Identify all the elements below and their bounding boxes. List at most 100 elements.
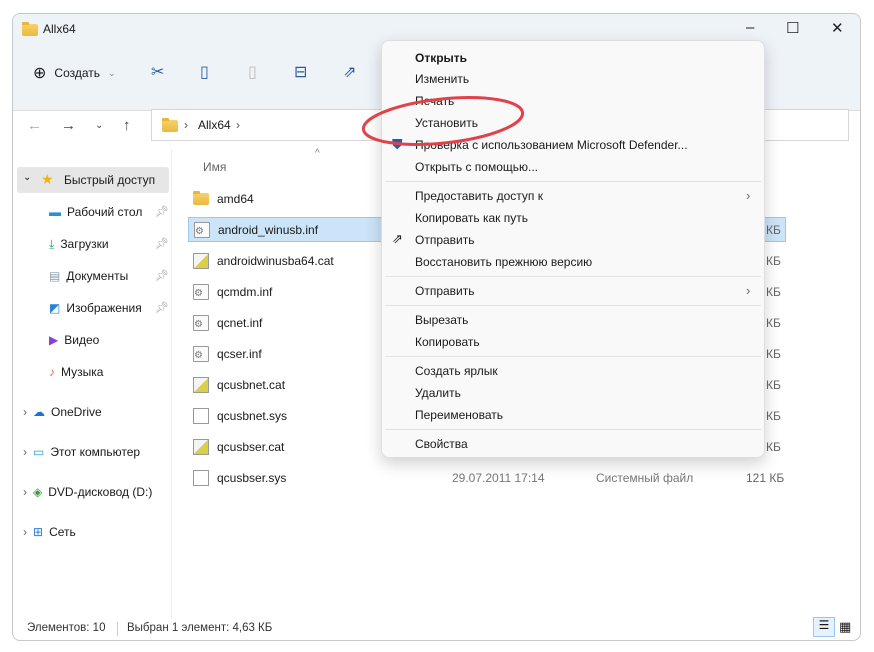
breadcrumb-chevron[interactable]: › (236, 118, 240, 132)
details-view-button[interactable]: ☰ (813, 617, 835, 637)
menu-separator (385, 276, 761, 277)
back-button[interactable]: ← (27, 117, 42, 134)
sidebar-label: DVD-дисковод (D:) (48, 485, 153, 499)
sidebar-item-this-pc[interactable]: › ▭ Этот компьютер (23, 441, 140, 463)
menu-item-send-to[interactable]: Отправить (415, 284, 475, 298)
file-size: КБ (766, 254, 781, 268)
window-title: Allx64 (43, 22, 76, 36)
cut-icon[interactable]: ✂ (151, 62, 164, 82)
menu-item-share[interactable]: Отправить (415, 233, 475, 247)
create-button[interactable]: ⊕ Создать ⌄ (33, 63, 116, 83)
sidebar-item-downloads[interactable]: ⤓ Загрузки (49, 233, 109, 255)
catalog-file-icon (193, 376, 209, 393)
minimize-button[interactable]: – (746, 19, 754, 36)
copy-icon[interactable]: ▯ (200, 62, 209, 82)
network-icon: ⊞ (33, 525, 44, 539)
close-button[interactable]: ✕ (831, 19, 844, 37)
download-icon: ⤓ (49, 236, 55, 251)
file-name: qcser.inf (217, 346, 262, 361)
chevron-right-icon: › (23, 405, 27, 419)
star-icon: ★ (41, 171, 54, 187)
sidebar-label: Видео (64, 333, 100, 347)
menu-item-edit[interactable]: Изменить (415, 72, 469, 86)
desktop-icon: ▬ (49, 205, 61, 219)
image-icon: ◩ (49, 301, 61, 315)
file-size: КБ (766, 378, 781, 392)
menu-item-give-access[interactable]: Предоставить доступ к (415, 189, 543, 203)
menu-item-open-with[interactable]: Открыть с помощью... (415, 160, 538, 174)
forward-button[interactable]: → (61, 117, 76, 134)
rename-icon[interactable]: ⊟ (294, 62, 307, 82)
share-icon: ⇗ (392, 231, 403, 246)
inf-file-icon (193, 283, 209, 300)
menu-item-create-shortcut[interactable]: Создать ярлык (415, 364, 498, 378)
sidebar-item-dvd[interactable]: › ◈ DVD-дисковод (D:) (23, 481, 152, 503)
menu-separator (385, 356, 761, 357)
menu-item-properties[interactable]: Свойства (415, 437, 468, 451)
menu-separator (385, 429, 761, 430)
file-size: КБ (766, 223, 781, 237)
system-file-icon (193, 407, 209, 424)
inf-file-icon (193, 345, 209, 362)
maximize-button[interactable]: ☐ (786, 19, 799, 37)
up-button[interactable]: ↑ (123, 117, 131, 134)
menu-separator (385, 305, 761, 306)
file-row[interactable]: qcusbser.sys 29.07.2011 17:14 Системный … (188, 465, 788, 490)
sidebar-item-desktop[interactable]: ▬ Рабочий стол (49, 201, 142, 223)
sidebar-label: Документы (66, 269, 129, 283)
monitor-icon: ▭ (33, 445, 45, 459)
menu-item-delete[interactable]: Удалить (415, 386, 461, 400)
column-header-name[interactable]: Имя (203, 160, 226, 174)
pin-icon[interactable]: 📌︎ (155, 205, 169, 218)
file-size: КБ (766, 440, 781, 454)
sidebar-item-videos[interactable]: ▶ Видео (49, 329, 99, 351)
recent-chevron-icon[interactable]: ⌄ (95, 120, 103, 131)
sidebar-label: Этот компьютер (50, 445, 141, 459)
file-name: qcusbser.cat (217, 439, 285, 454)
file-name: qcnet.inf (217, 315, 263, 330)
sidebar-item-documents[interactable]: ▤ Документы (49, 265, 128, 287)
sidebar-label: Сеть (49, 525, 76, 539)
sidebar-label: Рабочий стол (67, 205, 143, 219)
menu-item-open[interactable]: Открыть (415, 51, 467, 65)
system-file-icon (193, 469, 209, 486)
share-icon[interactable]: ⇗ (343, 62, 356, 82)
folder-icon (162, 118, 178, 132)
pin-icon[interactable]: 📌︎ (155, 301, 169, 314)
breadcrumb-item[interactable]: Allx64 (198, 118, 231, 132)
menu-item-rename[interactable]: Переименовать (415, 408, 503, 422)
file-size: КБ (766, 409, 781, 423)
sidebar-item-music[interactable]: ♪ Музыка (49, 361, 103, 383)
file-name: amd64 (217, 191, 254, 206)
menu-item-cut[interactable]: Вырезать (415, 313, 468, 327)
chevron-right-icon: › (23, 485, 27, 499)
sidebar-label: Быстрый доступ (64, 173, 156, 187)
sidebar-item-pictures[interactable]: ◩ Изображения (49, 297, 142, 319)
file-size: 121 КБ (746, 471, 785, 485)
file-size: КБ (766, 285, 781, 299)
sidebar-label: Музыка (61, 365, 104, 379)
plus-circle-icon: ⊕ (33, 65, 47, 82)
sidebar-item-onedrive[interactable]: › ☁ OneDrive (23, 401, 102, 423)
file-name: qcusbnet.cat (217, 377, 286, 392)
tiles-view-button[interactable]: ▦ (839, 619, 851, 635)
sort-ascending-icon: ^ (315, 148, 320, 159)
menu-item-restore-version[interactable]: Восстановить прежнюю версию (415, 255, 592, 269)
chevron-right-icon: › (746, 188, 751, 203)
status-selection: Выбран 1 элемент: 4,63 КБ (127, 622, 273, 634)
pin-icon[interactable]: 📌︎ (155, 237, 169, 250)
file-size: КБ (766, 316, 781, 330)
chevron-down-icon: ⌄ (23, 172, 32, 183)
folder-icon (193, 190, 209, 205)
menu-item-copy-path[interactable]: Копировать как путь (415, 211, 528, 225)
menu-item-copy[interactable]: Копировать (415, 335, 480, 349)
music-icon: ♪ (49, 365, 55, 379)
sidebar-item-quick-access[interactable]: ⌄ ★ Быстрый доступ (17, 167, 169, 193)
pin-icon[interactable]: 📌︎ (155, 269, 169, 282)
highlight-ellipse (361, 96, 525, 146)
sidebar-label: OneDrive (51, 405, 102, 419)
create-label: Создать (54, 66, 101, 80)
chevron-right-icon: › (746, 283, 751, 298)
sidebar-item-network[interactable]: › ⊞ Сеть (23, 521, 76, 543)
paste-icon[interactable]: ▯ (248, 62, 257, 82)
